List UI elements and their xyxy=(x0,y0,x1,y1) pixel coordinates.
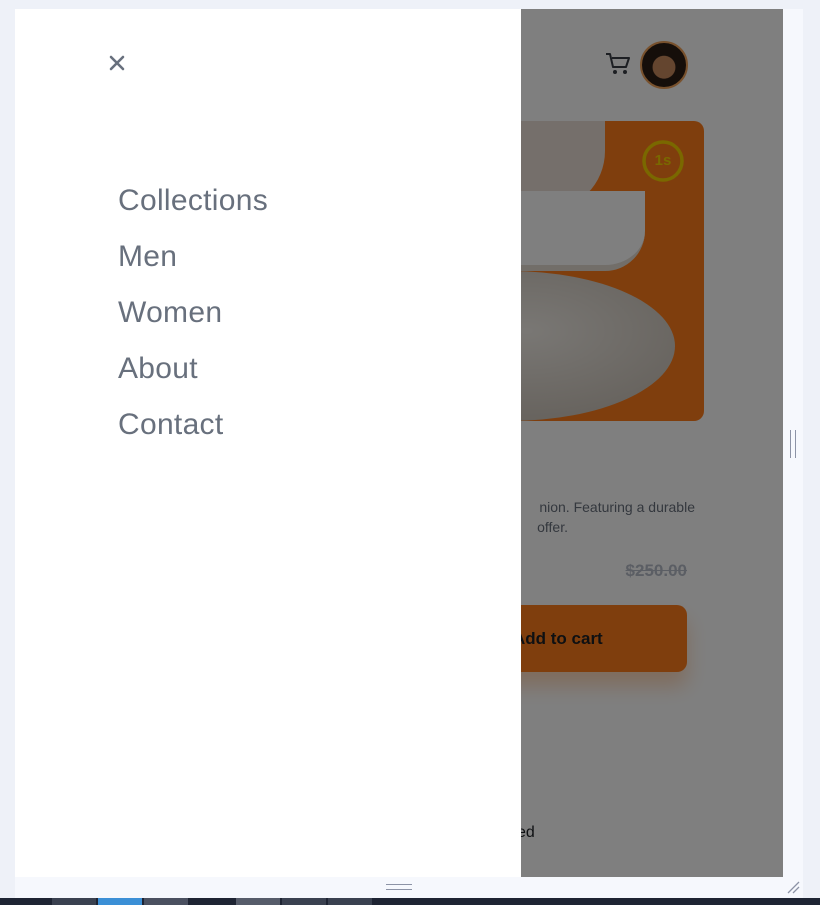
resize-corner-icon[interactable] xyxy=(786,880,800,894)
menu-drawer: Collections Men Women About Contact xyxy=(15,9,521,877)
menu-item-men[interactable]: Men xyxy=(118,235,268,291)
taskbar-item[interactable] xyxy=(98,898,142,905)
taskbar-item[interactable] xyxy=(328,898,372,905)
menu-item-collections[interactable]: Collections xyxy=(118,179,268,235)
taskbar xyxy=(0,898,820,905)
taskbar-item[interactable] xyxy=(282,898,326,905)
horizontal-resize-handle[interactable] xyxy=(386,884,412,890)
browser-viewport: 1s nion. Featuring a durable offer. $250… xyxy=(15,9,783,877)
taskbar-item[interactable] xyxy=(52,898,96,905)
menu-item-contact[interactable]: Contact xyxy=(118,403,268,459)
menu-item-about[interactable]: About xyxy=(118,347,268,403)
taskbar-item[interactable] xyxy=(236,898,280,905)
taskbar-item[interactable] xyxy=(144,898,188,905)
vertical-resize-handle[interactable] xyxy=(790,430,796,458)
menu-item-women[interactable]: Women xyxy=(118,291,268,347)
nav-menu: Collections Men Women About Contact xyxy=(118,179,268,459)
close-icon[interactable] xyxy=(107,53,127,73)
